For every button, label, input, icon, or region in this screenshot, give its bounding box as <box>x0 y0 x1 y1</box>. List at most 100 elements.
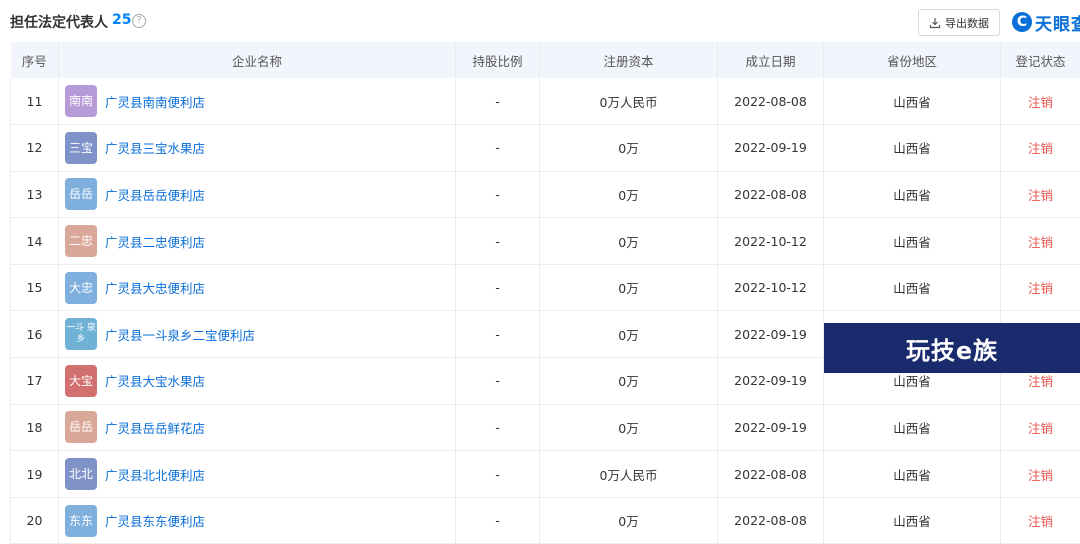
registration-status: 注销 <box>1000 264 1080 311</box>
table-header-row: 序号 企业名称 持股比例 注册资本 成立日期 省份地区 登记状态 <box>10 42 1080 78</box>
company-name-cell: 二忠 广灵县二忠便利店 <box>58 217 456 265</box>
company-avatar[interactable]: 岳岳 <box>65 411 97 444</box>
company-name-link[interactable]: 广灵县东东便利店 <box>105 511 205 530</box>
registered-capital: 0万 <box>539 357 718 405</box>
company-name-link[interactable]: 广灵县大宝水果店 <box>105 371 205 390</box>
company-name-link[interactable]: 广灵县岳岳鲜花店 <box>105 418 205 437</box>
company-name-link[interactable]: 广灵县北北便利店 <box>105 465 205 484</box>
row-index: 20 <box>10 497 59 544</box>
table-row: 12 三宝 广灵县三宝水果店 - 0万 2022-09-19 山西省 注销 <box>10 124 1080 172</box>
company-name-link[interactable]: 广灵县南南便利店 <box>105 92 205 111</box>
share-ratio: - <box>455 404 540 451</box>
established-date: 2022-09-19 <box>717 404 824 451</box>
region: 山西省 <box>823 404 1001 451</box>
column-header-status[interactable]: 登记状态 <box>1000 42 1080 78</box>
table-row: 15 大忠 广灵县大忠便利店 - 0万 2022-10-12 山西省 注销 <box>10 264 1080 311</box>
row-index: 15 <box>10 264 59 311</box>
company-name-link[interactable]: 广灵县一斗泉乡二宝便利店 <box>105 325 255 344</box>
company-name-link[interactable]: 广灵县大忠便利店 <box>105 278 205 297</box>
registered-capital: 0万 <box>539 264 718 311</box>
registration-status: 注销 <box>1000 171 1080 218</box>
registered-capital: 0万人民币 <box>539 78 718 125</box>
established-date: 2022-10-12 <box>717 217 824 265</box>
established-date: 2022-08-08 <box>717 450 824 498</box>
region: 山西省 <box>823 217 1001 265</box>
company-avatar[interactable]: 南南 <box>65 85 97 118</box>
registration-status: 注销 <box>1000 404 1080 451</box>
registered-capital: 0万 <box>539 171 718 218</box>
section-title: 担任法定代表人 <box>10 15 108 31</box>
company-name-cell: 大忠 广灵县大忠便利店 <box>58 264 456 311</box>
established-date: 2022-09-19 <box>717 124 824 172</box>
section-count: 25 <box>112 12 132 28</box>
company-avatar[interactable]: 三宝 <box>65 131 97 164</box>
table-row: 19 北北 广灵县北北便利店 - 0万人民币 2022-08-08 山西省 注销 <box>10 450 1080 498</box>
row-index: 19 <box>10 450 59 498</box>
download-icon <box>929 17 941 28</box>
registered-capital: 0万 <box>539 310 718 358</box>
share-ratio: - <box>455 310 540 358</box>
company-name-cell: 北北 广灵县北北便利店 <box>58 450 456 498</box>
export-data-button[interactable]: 导出数据 <box>918 9 1000 36</box>
registered-capital: 0万人民币 <box>539 450 718 498</box>
established-date: 2022-08-08 <box>717 497 824 544</box>
company-table: 序号 企业名称 持股比例 注册资本 成立日期 省份地区 登记状态 11 南南 广… <box>10 42 1080 544</box>
company-avatar[interactable]: 大忠 <box>65 271 97 304</box>
company-avatar[interactable]: 东东 <box>65 504 97 537</box>
row-index: 11 <box>10 78 59 125</box>
column-header-region[interactable]: 省份地区 <box>823 42 1001 78</box>
registered-capital: 0万 <box>539 217 718 265</box>
column-header-registered-capital[interactable]: 注册资本 <box>539 42 718 78</box>
watermark-text: 玩技e族 <box>905 336 999 365</box>
export-data-label: 导出数据 <box>945 16 989 30</box>
row-index: 18 <box>10 404 59 451</box>
company-avatar[interactable]: 大宝 <box>65 364 97 397</box>
company-name-link[interactable]: 广灵县二忠便利店 <box>105 232 205 251</box>
company-avatar[interactable]: 一斗 泉乡 <box>65 318 97 351</box>
region: 山西省 <box>823 171 1001 218</box>
help-icon[interactable]: ? <box>132 14 146 28</box>
share-ratio: - <box>455 217 540 265</box>
region: 山西省 <box>823 264 1001 311</box>
column-header-established-date[interactable]: 成立日期 <box>717 42 824 78</box>
share-ratio: - <box>455 171 540 218</box>
column-header-share-ratio[interactable]: 持股比例 <box>455 42 540 78</box>
column-header-company-name[interactable]: 企业名称 <box>58 42 456 78</box>
company-name-cell: 一斗 泉乡 广灵县一斗泉乡二宝便利店 <box>58 310 456 358</box>
registration-status: 注销 <box>1000 124 1080 172</box>
logo-text: 天眼查 <box>1035 14 1080 35</box>
share-ratio: - <box>455 124 540 172</box>
company-name-link[interactable]: 广灵县岳岳便利店 <box>105 185 205 204</box>
company-avatar[interactable]: 二忠 <box>65 225 97 258</box>
registered-capital: 0万 <box>539 124 718 172</box>
registered-capital: 0万 <box>539 404 718 451</box>
row-index: 17 <box>10 357 59 405</box>
region: 山西省 <box>823 78 1001 125</box>
company-avatar[interactable]: 北北 <box>65 458 97 491</box>
table-row: 13 岳岳 广灵县岳岳便利店 - 0万 2022-08-08 山西省 注销 <box>10 171 1080 218</box>
row-index: 13 <box>10 171 59 218</box>
watermark-overlay: 玩技e族 <box>824 323 1080 373</box>
registration-status: 注销 <box>1000 217 1080 265</box>
logo-mark-icon: C <box>1012 12 1032 32</box>
registered-capital: 0万 <box>539 497 718 544</box>
row-index: 16 <box>10 310 59 358</box>
section-header: 担任法定代表人 25 ? 导出数据 C 天眼查 <box>0 0 1080 42</box>
column-header-index[interactable]: 序号 <box>10 42 59 78</box>
table-row: 14 二忠 广灵县二忠便利店 - 0万 2022-10-12 山西省 注销 <box>10 217 1080 265</box>
company-name-cell: 三宝 广灵县三宝水果店 <box>58 124 456 172</box>
region: 山西省 <box>823 450 1001 498</box>
established-date: 2022-10-12 <box>717 264 824 311</box>
company-name-cell: 东东 广灵县东东便利店 <box>58 497 456 544</box>
share-ratio: - <box>455 497 540 544</box>
company-name-cell: 岳岳 广灵县岳岳鲜花店 <box>58 404 456 451</box>
share-ratio: - <box>455 357 540 405</box>
table-row: 11 南南 广灵县南南便利店 - 0万人民币 2022-08-08 山西省 注销 <box>10 78 1080 125</box>
share-ratio: - <box>455 450 540 498</box>
tianyancha-logo: C 天眼查 <box>1012 10 1080 35</box>
company-name-cell: 岳岳 广灵县岳岳便利店 <box>58 171 456 218</box>
company-name-link[interactable]: 广灵县三宝水果店 <box>105 138 205 157</box>
region: 山西省 <box>823 497 1001 544</box>
table-row: 20 东东 广灵县东东便利店 - 0万 2022-08-08 山西省 注销 <box>10 497 1080 544</box>
company-avatar[interactable]: 岳岳 <box>65 178 97 211</box>
